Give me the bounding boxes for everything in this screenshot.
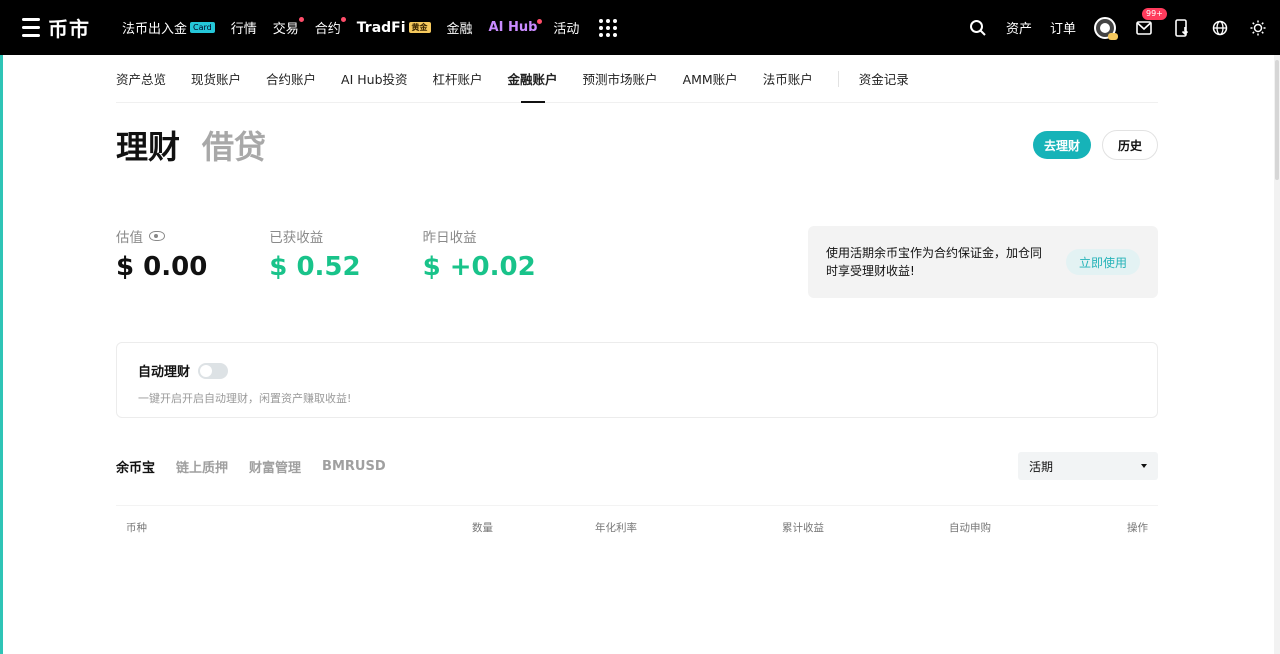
nav-markets-label: 行情: [230, 22, 257, 37]
card-tag: Card: [190, 22, 215, 33]
go-wealth-button[interactable]: 去理财: [1032, 131, 1091, 159]
nav-contracts[interactable]: 合约: [314, 17, 346, 37]
nav-tradfi[interactable]: TradFi 黄金: [357, 20, 431, 36]
subtab-overview[interactable]: 资产总览: [116, 55, 166, 103]
earned-label: 已获收益: [269, 230, 324, 246]
promo-text: 使用活期余币宝作为合约保证金，加仓同时享受理财收益!: [826, 246, 1043, 278]
nav-events-label: 活动: [553, 22, 580, 37]
yesterday-label: 昨日收益: [422, 230, 477, 246]
apps-grid-icon[interactable]: [599, 18, 618, 37]
nav-fiat-label: 法币出入金: [122, 22, 188, 37]
auto-invest-title: 自动理财: [138, 365, 191, 380]
promo-banner: 使用活期余币宝作为合约保证金，加仓同时享受理财收益! 立即使用: [808, 226, 1158, 298]
nav-trade[interactable]: 交易: [272, 17, 304, 37]
nav-events[interactable]: 活动: [553, 18, 579, 37]
stats-summary: 估值 $ 0.00 已获收益 $ 0.52 昨日收益 $ +0.02: [116, 226, 598, 282]
search-icon[interactable]: [968, 18, 988, 38]
logo-mark-icon: [20, 14, 42, 42]
subtab-contract[interactable]: 合约账户: [266, 55, 316, 103]
term-select[interactable]: 活期: [1018, 452, 1158, 480]
window-edge-left: [0, 0, 3, 654]
caret-down-icon: [1141, 464, 1147, 468]
nav-finance[interactable]: 金融: [447, 18, 473, 37]
theme-sun-icon[interactable]: [1248, 18, 1268, 38]
subtab-margin[interactable]: 杠杆账户: [433, 55, 483, 103]
top-navbar: 币市 法币出入金 Card 行情 交易 合约 TradFi 黄金 金融 AI H…: [0, 0, 1280, 55]
nav-right-tools: 资产 订单 99+: [950, 7, 1268, 40]
tab-wealth[interactable]: 理财: [116, 122, 180, 168]
earned-value: $ 0.52: [269, 252, 361, 282]
main-nav: 法币出入金 Card 行情 交易 合约 TradFi 黄金 金融 AI Hub …: [122, 17, 618, 37]
product-tabs: 余币宝 链上质押 财富管理 BMRUSD 活期: [116, 452, 1158, 480]
scrollbar-thumb[interactable]: [1275, 60, 1279, 180]
stat-valuation: 估值 $ 0.00: [116, 226, 207, 282]
use-now-button[interactable]: 立即使用: [1065, 249, 1140, 275]
notification-badge: 99+: [1142, 7, 1167, 20]
col-coin: 币种: [126, 522, 147, 534]
eye-icon[interactable]: [149, 231, 165, 241]
col-action: 操作: [1127, 522, 1148, 534]
nav-finance-label: 金融: [446, 22, 473, 37]
tab-onchain-staking[interactable]: 链上质押: [176, 457, 228, 476]
nav-aihub[interactable]: AI Hub: [488, 19, 543, 35]
tab-wealth-management[interactable]: 财富管理: [249, 457, 301, 476]
col-apr: 年化利率: [595, 522, 637, 534]
notification-dot: [298, 17, 304, 22]
header-actions: 去理财 历史: [1032, 130, 1158, 160]
history-button[interactable]: 历史: [1101, 130, 1158, 160]
auto-invest-card: 自动理财 一键开启开启自动理财，闲置资产赚取收益!: [116, 342, 1158, 418]
subtab-amm[interactable]: AMM账户: [683, 55, 738, 103]
globe-icon[interactable]: [1210, 18, 1230, 38]
term-select-value: 活期: [1029, 459, 1054, 474]
notification-dot: [537, 19, 543, 24]
nav-trade-label: 交易: [272, 22, 299, 37]
subtab-prediction[interactable]: 预测市场账户: [583, 55, 658, 103]
nav-assets[interactable]: 资产: [1006, 18, 1032, 37]
download-app-icon[interactable]: [1172, 18, 1192, 38]
subtab-spot[interactable]: 现货账户: [191, 55, 241, 103]
user-avatar[interactable]: [1094, 16, 1118, 40]
tab-bmrusd[interactable]: BMRUSD: [322, 459, 386, 474]
yesterday-value: $ +0.02: [422, 252, 536, 282]
notification-dot: [340, 17, 346, 22]
valuation-value: $ 0.00: [116, 252, 208, 282]
col-amount: 数量: [472, 522, 493, 534]
nav-markets[interactable]: 行情: [231, 18, 257, 37]
nav-aihub-label: AI Hub: [488, 20, 538, 35]
col-auto-subscribe: 自动申购: [949, 522, 991, 534]
subnav-divider: [837, 70, 839, 87]
nav-tradfi-label: TradFi: [356, 19, 406, 36]
col-total-earnings: 累计收益: [782, 522, 824, 534]
logo[interactable]: 币市: [20, 13, 100, 42]
tab-loan[interactable]: 借贷: [202, 122, 266, 168]
mail-icon[interactable]: 99+: [1134, 7, 1167, 38]
subtab-records[interactable]: 资金记录: [859, 55, 909, 103]
account-subnav: 资产总览 现货账户 合约账户 AI Hub投资 杠杆账户 金融账户 预测市场账户…: [116, 55, 1158, 103]
auto-invest-desc: 一键开启开启自动理财，闲置资产赚取收益!: [138, 392, 352, 405]
subtab-fiat[interactable]: 法币账户: [763, 55, 813, 103]
tab-savings[interactable]: 余币宝: [116, 457, 155, 476]
stat-earned: 已获收益 $ 0.52: [269, 226, 360, 282]
brand-name: 币市: [48, 17, 90, 41]
nav-fiat[interactable]: 法币出入金 Card: [122, 18, 215, 37]
gold-tag: 黄金: [408, 22, 431, 33]
stat-yesterday: 昨日收益 $ +0.02: [423, 226, 536, 282]
table-header: 币种 数量 年化利率 累计收益 自动申购 操作: [116, 505, 1158, 545]
auto-invest-toggle[interactable]: [198, 362, 229, 379]
valuation-label: 估值: [116, 230, 143, 246]
page-header: 理财 借贷 去理财 历史: [116, 120, 1158, 170]
subtab-finance[interactable]: 金融账户: [508, 55, 558, 103]
nav-orders[interactable]: 订单: [1050, 18, 1076, 37]
vertical-scrollbar[interactable]: [1274, 0, 1280, 654]
nav-contracts-label: 合约: [314, 22, 341, 37]
subtab-aihub[interactable]: AI Hub投资: [341, 55, 407, 103]
